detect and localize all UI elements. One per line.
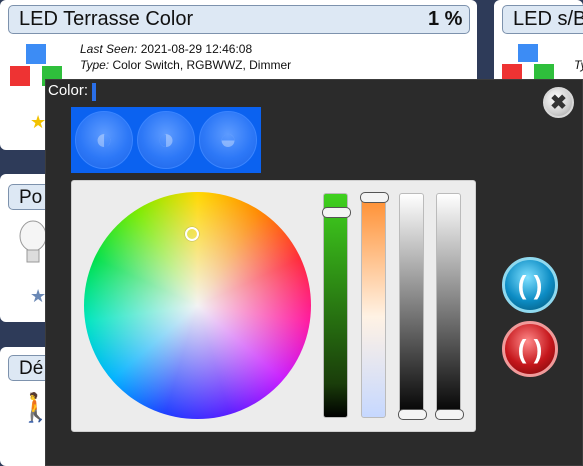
close-icon[interactable]: ✖ (543, 87, 574, 118)
rgb-mode-icon[interactable]: ◐ (75, 111, 133, 169)
slider-thumb[interactable] (435, 409, 464, 420)
star-icon[interactable]: ★ (30, 112, 46, 133)
device-type: Ty (574, 58, 583, 72)
temperature-mode-icon[interactable]: ◒ (199, 111, 257, 169)
last-seen: Last Seen: 2021-08-29 12:46:08 (80, 42, 253, 56)
white-mode-icon[interactable]: ◑ (137, 111, 195, 169)
star-icon[interactable]: ★ (30, 286, 46, 307)
cancel-icon[interactable]: ( ) (502, 321, 558, 377)
bulb-icon (18, 218, 48, 268)
color-wheel-handle[interactable] (185, 227, 199, 241)
slider-thumb[interactable] (398, 409, 427, 420)
color-mode-selector: ◐ ◑ ◒ (71, 107, 261, 173)
device-level: 1 % (428, 8, 463, 30)
text-cursor (92, 83, 96, 101)
device-title: LED s/B (502, 5, 583, 34)
cube-icon (502, 44, 556, 80)
brightness-slider[interactable] (322, 193, 351, 418)
device-type: Type: Color Switch, RGBWWZ, Dimmer (80, 58, 292, 72)
white-level-slider[interactable] (398, 193, 427, 420)
color-picker-panel (71, 180, 476, 432)
slider-thumb[interactable] (322, 207, 351, 218)
color-temperature-slider[interactable] (360, 192, 389, 418)
color-wheel[interactable] (84, 192, 311, 419)
warm-white-level-slider[interactable] (435, 193, 464, 420)
color-picker-dialog: Color: ✖ ◐ ◑ ◒ ( ) ( ) (45, 79, 583, 466)
apply-icon[interactable]: ( ) (502, 257, 558, 313)
color-label: Color: (48, 82, 89, 99)
device-title: LED Terrasse Color (8, 5, 470, 34)
slider-thumb[interactable] (360, 192, 389, 203)
